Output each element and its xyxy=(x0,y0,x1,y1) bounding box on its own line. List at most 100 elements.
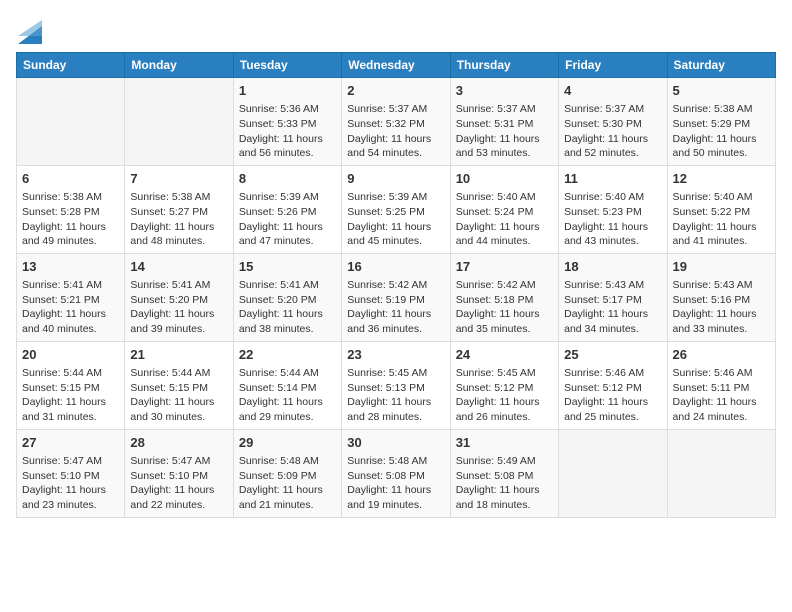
day-number: 28 xyxy=(130,434,227,452)
sunrise-text: Sunrise: 5:49 AM xyxy=(456,455,536,467)
calendar-cell xyxy=(559,429,667,517)
sunrise-text: Sunrise: 5:45 AM xyxy=(347,367,427,379)
sunrise-text: Sunrise: 5:37 AM xyxy=(347,103,427,115)
calendar-cell: 25Sunrise: 5:46 AMSunset: 5:12 PMDayligh… xyxy=(559,341,667,429)
sunset-text: Sunset: 5:26 PM xyxy=(239,206,317,218)
calendar-week-row: 27Sunrise: 5:47 AMSunset: 5:10 PMDayligh… xyxy=(17,429,776,517)
calendar-cell: 28 Sunrise: 5:47 AM Sunset: 5:10 PM Dayligh… xyxy=(125,429,233,517)
day-number: 29 xyxy=(239,434,336,452)
sunrise-text: Sunrise: 5:42 AM xyxy=(347,279,427,291)
daylight-text: Daylight: 11 hours and 25 minutes. xyxy=(564,396,648,423)
sunrise-text: Sunrise: 5:46 AM xyxy=(564,367,644,379)
day-number: 15 xyxy=(239,258,336,276)
sunset-text: Sunset: 5:20 PM xyxy=(239,294,317,306)
calendar-cell: 26Sunrise: 5:46 AMSunset: 5:11 PMDayligh… xyxy=(667,341,775,429)
calendar-cell: 2Sunrise: 5:37 AMSunset: 5:32 PMDaylight… xyxy=(342,78,450,166)
daylight-text: Daylight: 11 hours and 52 minutes. xyxy=(564,133,648,160)
daylight-text: Daylight: 11 hours and 24 minutes. xyxy=(673,396,757,423)
daylight-text: Daylight: 11 hours and 38 minutes. xyxy=(239,308,323,335)
sunrise-text: Sunrise: 5:37 AM xyxy=(456,103,536,115)
daylight-text: Daylight: 11 hours and 22 minutes. xyxy=(130,484,214,511)
sunrise-text: Sunrise: 5:45 AM xyxy=(456,367,536,379)
day-number: 22 xyxy=(239,346,336,364)
calendar-week-row: 20 Sunrise: 5:44 AM Sunset: 5:15 PM Dayligh… xyxy=(17,341,776,429)
day-number: 25 xyxy=(564,346,661,364)
calendar-cell: 16Sunrise: 5:42 AMSunset: 5:19 PMDayligh… xyxy=(342,253,450,341)
daylight-text: Daylight: 11 hours and 29 minutes. xyxy=(239,396,323,423)
sunrise-text: Sunrise: 5:39 AM xyxy=(347,191,427,203)
weekday-header: Friday xyxy=(559,53,667,78)
weekday-header: Tuesday xyxy=(233,53,341,78)
sunset-text: Sunset: 5:10 PM xyxy=(130,470,208,482)
calendar-cell: 14Sunrise: 5:41 AMSunset: 5:20 PMDayligh… xyxy=(125,253,233,341)
calendar-cell: 30Sunrise: 5:48 AMSunset: 5:08 PMDayligh… xyxy=(342,429,450,517)
sunset-text: Sunset: 5:22 PM xyxy=(673,206,751,218)
sunrise-text: Sunrise: 5:36 AM xyxy=(239,103,319,115)
daylight-text: Daylight: 11 hours and 28 minutes. xyxy=(347,396,431,423)
day-number: 7 xyxy=(130,170,227,188)
calendar-table: SundayMondayTuesdayWednesdayThursdayFrid… xyxy=(16,52,776,518)
weekday-header: Wednesday xyxy=(342,53,450,78)
calendar-cell: 3 Sunrise: 5:37 AM Sunset: 5:31 PM Daylight… xyxy=(450,78,558,166)
calendar-cell: 12Sunrise: 5:40 AMSunset: 5:22 PMDayligh… xyxy=(667,165,775,253)
weekday-header: Thursday xyxy=(450,53,558,78)
weekday-header: Monday xyxy=(125,53,233,78)
daylight-text: Daylight: 11 hours and 53 minutes. xyxy=(456,133,540,160)
daylight-text: Daylight: 11 hours and 18 minutes. xyxy=(456,484,540,511)
daylight-text: Daylight: 11 hours and 48 minutes. xyxy=(130,221,214,248)
daylight-text: Daylight: 11 hours and 23 minutes. xyxy=(22,484,106,511)
day-number: 6 xyxy=(22,170,119,188)
calendar-cell: 18Sunrise: 5:43 AMSunset: 5:17 PMDayligh… xyxy=(559,253,667,341)
sunset-text: Sunset: 5:10 PM xyxy=(22,470,100,482)
calendar-cell: 5Sunrise: 5:38 AMSunset: 5:29 PMDaylight… xyxy=(667,78,775,166)
sunset-text: Sunset: 5:25 PM xyxy=(347,206,425,218)
daylight-text: Daylight: 11 hours and 19 minutes. xyxy=(347,484,431,511)
day-number: 23 xyxy=(347,346,444,364)
sunrise-text: Sunrise: 5:47 AM xyxy=(22,455,102,467)
calendar-cell: 13Sunrise: 5:41 AMSunset: 5:21 PMDayligh… xyxy=(17,253,125,341)
calendar-week-row: 1Sunrise: 5:36 AMSunset: 5:33 PMDaylight… xyxy=(17,78,776,166)
day-number: 11 xyxy=(564,170,661,188)
sunrise-text: Sunrise: 5:41 AM xyxy=(239,279,319,291)
daylight-text: Daylight: 11 hours and 50 minutes. xyxy=(673,133,757,160)
day-number: 3 xyxy=(456,82,553,100)
daylight-text: Daylight: 11 hours and 41 minutes. xyxy=(673,221,757,248)
daylight-text: Daylight: 11 hours and 39 minutes. xyxy=(130,308,214,335)
sunset-text: Sunset: 5:27 PM xyxy=(130,206,208,218)
sunset-text: Sunset: 5:29 PM xyxy=(673,118,751,130)
sunrise-text: Sunrise: 5:44 AM xyxy=(22,367,102,379)
daylight-text: Daylight: 11 hours and 21 minutes. xyxy=(239,484,323,511)
day-number: 20 xyxy=(22,346,119,364)
daylight-text: Daylight: 11 hours and 44 minutes. xyxy=(456,221,540,248)
day-number: 16 xyxy=(347,258,444,276)
sunset-text: Sunset: 5:08 PM xyxy=(347,470,425,482)
day-number: 4 xyxy=(564,82,661,100)
day-number: 2 xyxy=(347,82,444,100)
calendar-cell xyxy=(17,78,125,166)
sunset-text: Sunset: 5:17 PM xyxy=(564,294,642,306)
calendar-cell: 4Sunrise: 5:37 AMSunset: 5:30 PMDaylight… xyxy=(559,78,667,166)
sunset-text: Sunset: 5:16 PM xyxy=(673,294,751,306)
sunset-text: Sunset: 5:15 PM xyxy=(130,382,208,394)
sunrise-text: Sunrise: 5:47 AM xyxy=(130,455,210,467)
calendar-cell xyxy=(125,78,233,166)
sunrise-text: Sunrise: 5:41 AM xyxy=(22,279,102,291)
day-number: 12 xyxy=(673,170,770,188)
day-number: 1 xyxy=(239,82,336,100)
calendar-cell: 10Sunrise: 5:40 AMSunset: 5:24 PMDayligh… xyxy=(450,165,558,253)
calendar-cell: 24Sunrise: 5:45 AMSunset: 5:12 PMDayligh… xyxy=(450,341,558,429)
day-number: 26 xyxy=(673,346,770,364)
sunset-text: Sunset: 5:18 PM xyxy=(456,294,534,306)
daylight-text: Daylight: 11 hours and 33 minutes. xyxy=(673,308,757,335)
sunset-text: Sunset: 5:28 PM xyxy=(22,206,100,218)
day-number: 10 xyxy=(456,170,553,188)
sunrise-text: Sunrise: 5:44 AM xyxy=(130,367,210,379)
sunset-text: Sunset: 5:31 PM xyxy=(456,118,534,130)
weekday-header: Sunday xyxy=(17,53,125,78)
calendar-cell: 7Sunrise: 5:38 AMSunset: 5:27 PMDaylight… xyxy=(125,165,233,253)
calendar-cell: 8Sunrise: 5:39 AMSunset: 5:26 PMDaylight… xyxy=(233,165,341,253)
day-number: 21 xyxy=(130,346,227,364)
sunrise-text: Sunrise: 5:48 AM xyxy=(239,455,319,467)
calendar-header-row: SundayMondayTuesdayWednesdayThursdayFrid… xyxy=(17,53,776,78)
daylight-text: Daylight: 11 hours and 49 minutes. xyxy=(22,221,106,248)
